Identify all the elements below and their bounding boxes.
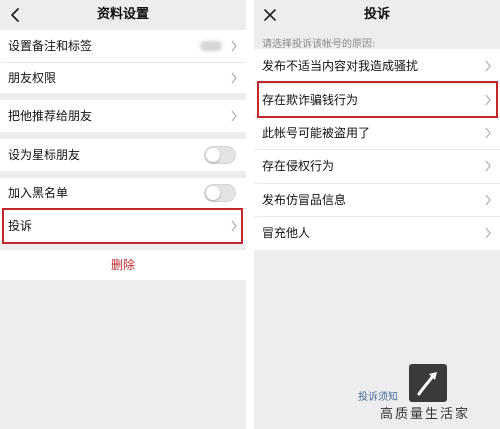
friend-permissions-item[interactable]: 朋友权限: [0, 63, 246, 93]
page-title: 投诉: [363, 7, 390, 22]
reason-item[interactable]: 发布不适当内容对我造成骚扰: [254, 49, 500, 83]
remark-and-tags-item[interactable]: 设置备注和标签: [0, 30, 246, 62]
top-bar: 投诉: [254, 0, 500, 30]
arrow-logo-icon: [417, 372, 437, 396]
star-friend-toggle[interactable]: [204, 146, 236, 164]
watermark-logo: [409, 364, 447, 402]
blacklist-toggle[interactable]: [204, 184, 236, 202]
page-title: 资料设置: [96, 7, 149, 22]
reason-label: 发布仿冒品信息: [262, 193, 347, 207]
remark-and-tags-label: 设置备注和标签: [8, 39, 93, 53]
reason-label: 发布不适当内容对我造成骚扰: [262, 59, 419, 73]
reason-item[interactable]: 此帐号可能被盗用了: [254, 117, 500, 149]
star-friend-label: 设为星标朋友: [8, 148, 81, 162]
recommend-to-friends-item[interactable]: 把他推荐给朋友: [0, 100, 246, 132]
blurred-remark-value: [200, 41, 222, 51]
reason-label: 此帐号可能被盗用了: [262, 126, 371, 140]
reason-item[interactable]: 冒充他人: [254, 217, 500, 250]
toggle-knob: [206, 148, 220, 162]
recommend-to-friends-label: 把他推荐给朋友: [8, 109, 93, 123]
blacklist-item: 加入黑名单: [0, 178, 246, 208]
delete-item[interactable]: 删除: [0, 250, 246, 280]
reason-label: 冒充他人: [262, 226, 311, 240]
watermark-text: 高质量生活家: [380, 407, 471, 422]
reason-hint: 请选择投诉该帐号的原因:: [262, 39, 376, 50]
complaint-notice-link[interactable]: 投诉须知: [358, 388, 398, 403]
star-friend-item: 设为星标朋友: [0, 139, 246, 171]
chevron-right-icon: [485, 194, 491, 206]
reason-item[interactable]: 发布仿冒品信息: [254, 184, 500, 216]
chevron-right-icon: [231, 110, 237, 122]
toggle-knob: [206, 186, 220, 200]
chevron-right-icon: [485, 127, 491, 139]
reason-label: 存在侵权行为: [262, 159, 335, 173]
profile-settings-screen: 资料设置 设置备注和标签 朋友权限 把他推荐给朋友 设为星标朋友 加入黑名单 投…: [0, 0, 246, 429]
chevron-right-icon: [485, 160, 491, 172]
highlight-box: [257, 81, 498, 118]
delete-button[interactable]: 删除: [0, 250, 246, 280]
chevron-right-icon: [485, 60, 491, 72]
highlight-box: [2, 208, 243, 244]
complaint-screen: 投诉 请选择投诉该帐号的原因: 发布不适当内容对我造成骚扰 存在欺诈骗钱行为 此…: [254, 0, 500, 429]
chevron-right-icon: [231, 72, 237, 84]
top-bar: 资料设置: [0, 0, 246, 30]
reason-item[interactable]: 存在侵权行为: [254, 150, 500, 183]
blacklist-label: 加入黑名单: [8, 186, 69, 200]
chevron-right-icon: [485, 227, 491, 239]
chevron-right-icon: [231, 40, 237, 52]
friend-permissions-label: 朋友权限: [8, 71, 57, 85]
